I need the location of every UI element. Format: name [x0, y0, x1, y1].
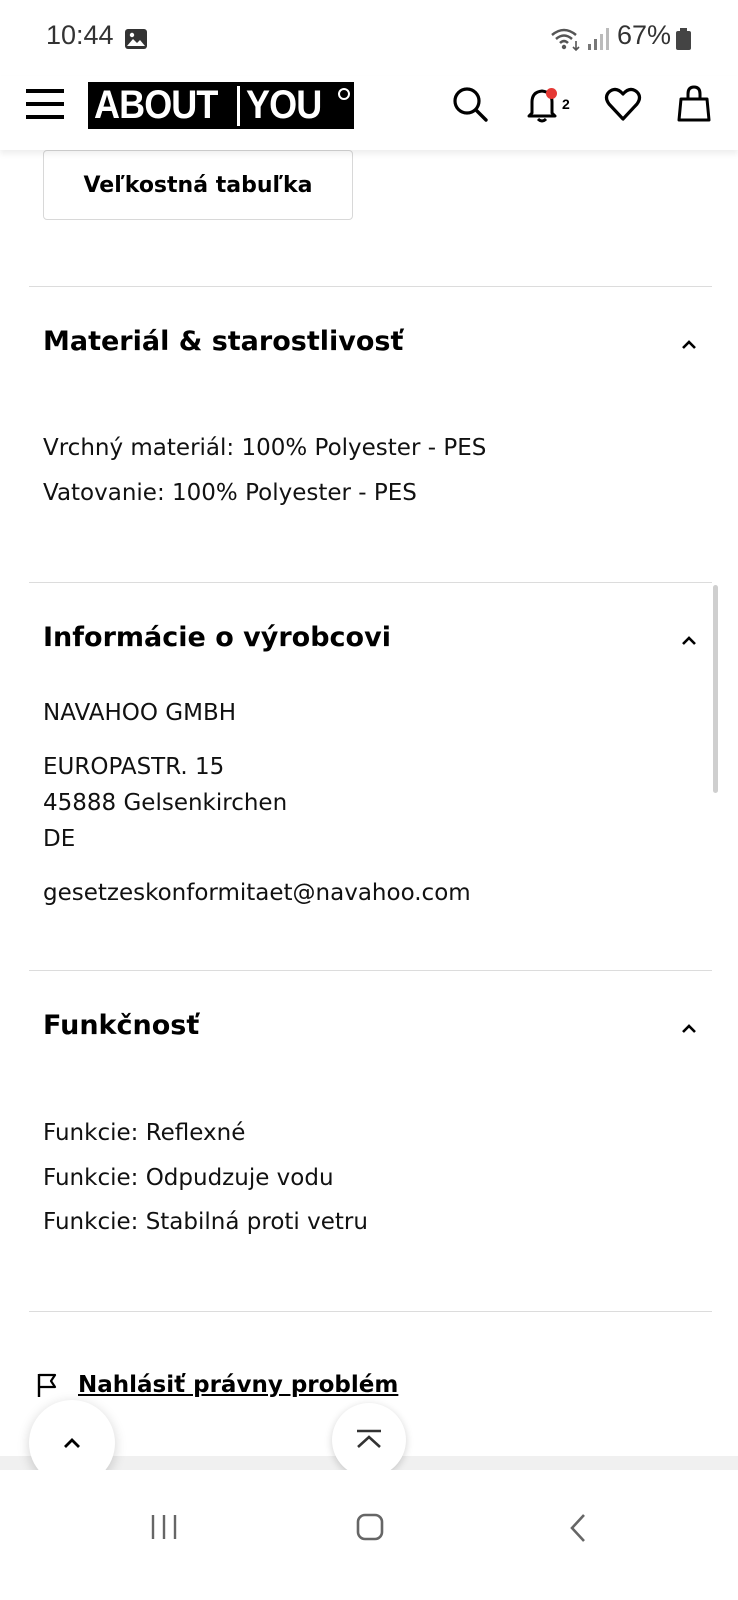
- section-title-function[interactable]: Funkčnosť: [43, 1010, 199, 1041]
- notification-count: 2: [562, 96, 570, 112]
- material-line: Vatovanie: 100% Polyester - PES: [43, 480, 417, 506]
- menu-icon[interactable]: [26, 89, 64, 123]
- logo-text-left: ABOUT: [94, 83, 218, 127]
- system-nav-bar: [0, 1470, 738, 1600]
- report-link-label[interactable]: Nahlásiť právny problém: [78, 1372, 398, 1398]
- app-header: ABOUT YOU 2: [0, 76, 738, 150]
- manufacturer-email: gesetzeskonformitaet@navahoo.com: [43, 880, 471, 906]
- search-icon[interactable]: [450, 84, 490, 124]
- section-title-manufacturer[interactable]: Informácie o výrobcovi: [43, 622, 391, 653]
- scrollbar[interactable]: [713, 585, 718, 793]
- divider: [29, 970, 712, 971]
- flag-icon: [37, 1373, 57, 1397]
- battery-icon: [676, 28, 691, 50]
- status-bar: 10:44 67%: [0, 0, 738, 76]
- function-line: Funkcie: Reflexné: [43, 1120, 246, 1146]
- chevron-up-icon: [64, 1438, 80, 1448]
- scroll-top-button[interactable]: [332, 1403, 406, 1477]
- logo[interactable]: ABOUT YOU: [88, 82, 354, 129]
- function-line: Funkcie: Odpudzuje vodu: [43, 1165, 334, 1191]
- status-time: 10:44: [46, 20, 114, 50]
- size-table-button[interactable]: Veľkostná tabuľka: [43, 150, 353, 220]
- page: 10:44 67% ABOUT YOU 2 Veľkostná tabuľka …: [0, 0, 738, 1600]
- scroll-top-icon: [357, 1429, 381, 1448]
- wifi-icon: [551, 28, 580, 52]
- manufacturer-street: EUROPASTR. 15: [43, 754, 225, 780]
- material-line: Vrchný materiál: 100% Polyester - PES: [43, 435, 487, 461]
- image-icon: [125, 29, 147, 49]
- chevron-up-icon[interactable]: [680, 1022, 698, 1034]
- manufacturer-name: NAVAHOO GMBH: [43, 700, 237, 726]
- divider: [29, 582, 712, 583]
- battery-percent: 67%: [617, 20, 672, 50]
- logo-ring: [337, 88, 350, 100]
- report-legal-issue-link[interactable]: Nahlásiť právny problém: [36, 1372, 398, 1398]
- home-icon[interactable]: [355, 1512, 385, 1542]
- recent-apps-icon[interactable]: [148, 1512, 180, 1542]
- logo-text-right: YOU: [246, 83, 322, 127]
- signal-icon: [588, 28, 609, 50]
- notification-dot: [546, 88, 557, 99]
- function-line: Funkcie: Stabilná proti vetru: [43, 1209, 368, 1235]
- divider: [29, 1311, 712, 1312]
- section-title-material[interactable]: Materiál & starostlivosť: [43, 326, 403, 357]
- divider: [29, 286, 712, 287]
- bag-icon[interactable]: [675, 84, 715, 124]
- chevron-up-icon[interactable]: [680, 634, 698, 646]
- manufacturer-country: DE: [43, 826, 76, 852]
- back-icon[interactable]: [566, 1512, 590, 1544]
- heart-icon[interactable]: [603, 84, 643, 124]
- chevron-up-icon[interactable]: [680, 338, 698, 350]
- manufacturer-city: 45888 Gelsenkirchen: [43, 790, 288, 816]
- bell-icon[interactable]: [523, 84, 563, 124]
